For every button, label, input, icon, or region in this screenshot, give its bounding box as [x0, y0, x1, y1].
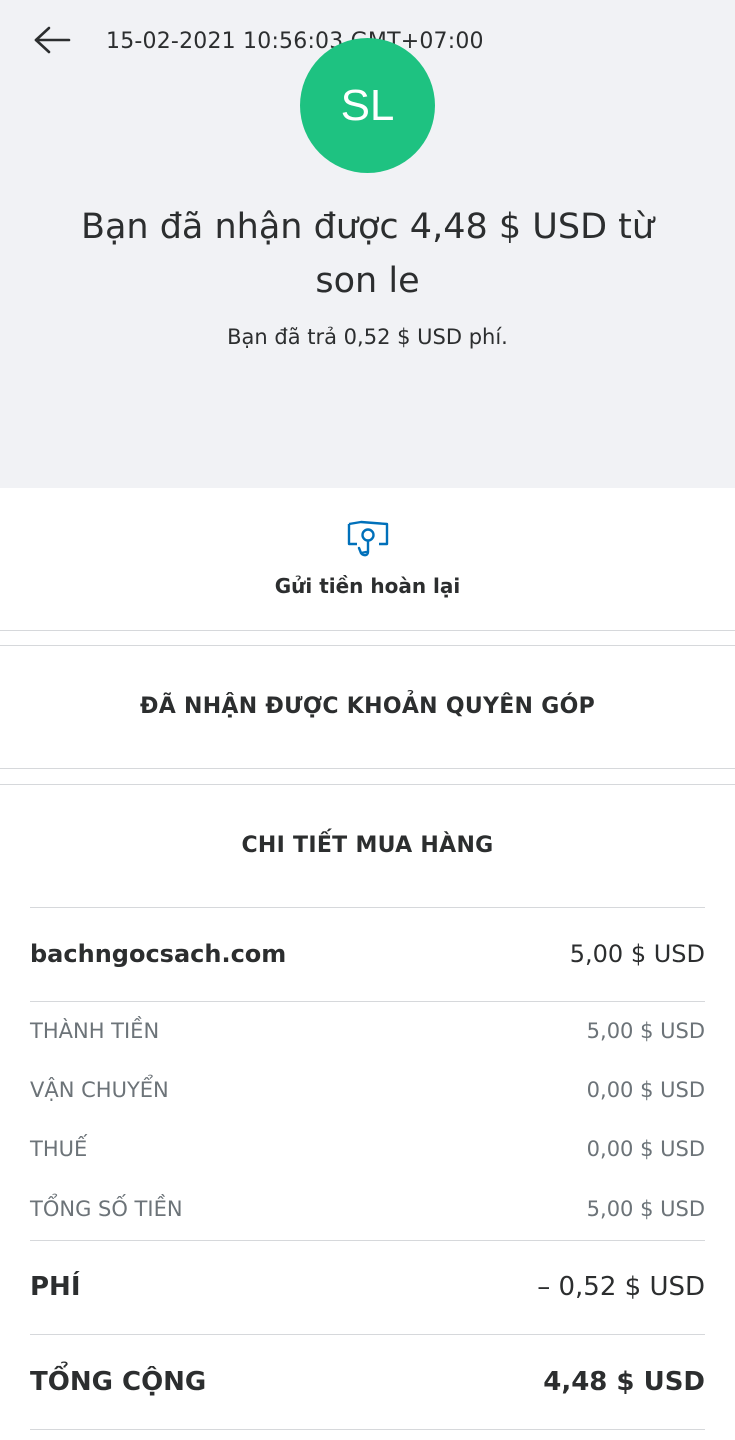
- line-item-value: 5,00 $ USD: [586, 1019, 705, 1043]
- merchant-amount: 5,00 $ USD: [569, 940, 705, 968]
- divider: [0, 630, 735, 631]
- line-item-row: THUẾ 0,00 $ USD: [30, 1137, 705, 1161]
- line-item-row: VẬN CHUYỂN 0,00 $ USD: [30, 1078, 705, 1102]
- line-item-label: TỔNG SỐ TIỀN: [30, 1197, 183, 1221]
- refund-button[interactable]: Gửi tiền hoàn lại: [0, 500, 735, 620]
- headline-amount-line: Bạn đã nhận được 4,48 $ USD từ: [80, 207, 655, 247]
- line-item-label: VẬN CHUYỂN: [30, 1078, 169, 1102]
- divider: [0, 784, 735, 785]
- refund-label: Gửi tiền hoàn lại: [274, 574, 461, 598]
- line-item-row: THÀNH TIỀN 5,00 $ USD: [30, 1019, 705, 1043]
- total-row: TỔNG CỘNG 4,48 $ USD: [30, 1367, 705, 1397]
- divider: [30, 1429, 705, 1430]
- divider: [30, 1001, 705, 1002]
- transaction-timestamp: 15-02-2021 10:56:03 GMT+07:00: [106, 29, 484, 54]
- line-item-value: 5,00 $ USD: [586, 1197, 705, 1221]
- line-item-label: THÀNH TIỀN: [30, 1019, 160, 1043]
- divider: [30, 1240, 705, 1241]
- divider: [30, 907, 705, 908]
- line-item-value: 0,00 $ USD: [586, 1078, 705, 1102]
- back-button[interactable]: [30, 20, 74, 60]
- avatar: SL: [300, 38, 435, 173]
- line-item-label: THUẾ: [30, 1137, 88, 1161]
- line-item-row: TỔNG SỐ TIỀN 5,00 $ USD: [30, 1197, 705, 1221]
- line-item-value: 0,00 $ USD: [586, 1137, 705, 1161]
- fee-value: – 0,52 $ USD: [537, 1272, 705, 1302]
- headline-sender-name: son le: [315, 261, 420, 301]
- divider: [30, 1334, 705, 1335]
- fee-label: PHÍ: [30, 1272, 81, 1302]
- divider: [0, 645, 735, 646]
- merchant-row: bachngocsach.com 5,00 $ USD: [30, 940, 705, 968]
- fee-row: PHÍ – 0,52 $ USD: [30, 1272, 705, 1302]
- merchant-name: bachngocsach.com: [30, 940, 287, 968]
- fee-note: Bạn đã trả 0,52 $ USD phí.: [227, 325, 508, 349]
- transaction-headline: Bạn đã nhận được 4,48 $ USD từ son le: [40, 200, 695, 308]
- donation-received-title: ĐÃ NHẬN ĐƯỢC KHOẢN QUYÊN GÓP: [139, 694, 596, 719]
- divider: [0, 768, 735, 769]
- arrow-left-icon: [34, 26, 71, 54]
- total-label: TỔNG CỘNG: [30, 1367, 207, 1397]
- transaction-header: 15-02-2021 10:56:03 GMT+07:00 SL Bạn đã …: [0, 0, 735, 488]
- refund-money-icon: [347, 520, 388, 557]
- total-value: 4,48 $ USD: [543, 1367, 705, 1397]
- purchase-details-title: CHI TIẾT MUA HÀNG: [241, 833, 494, 858]
